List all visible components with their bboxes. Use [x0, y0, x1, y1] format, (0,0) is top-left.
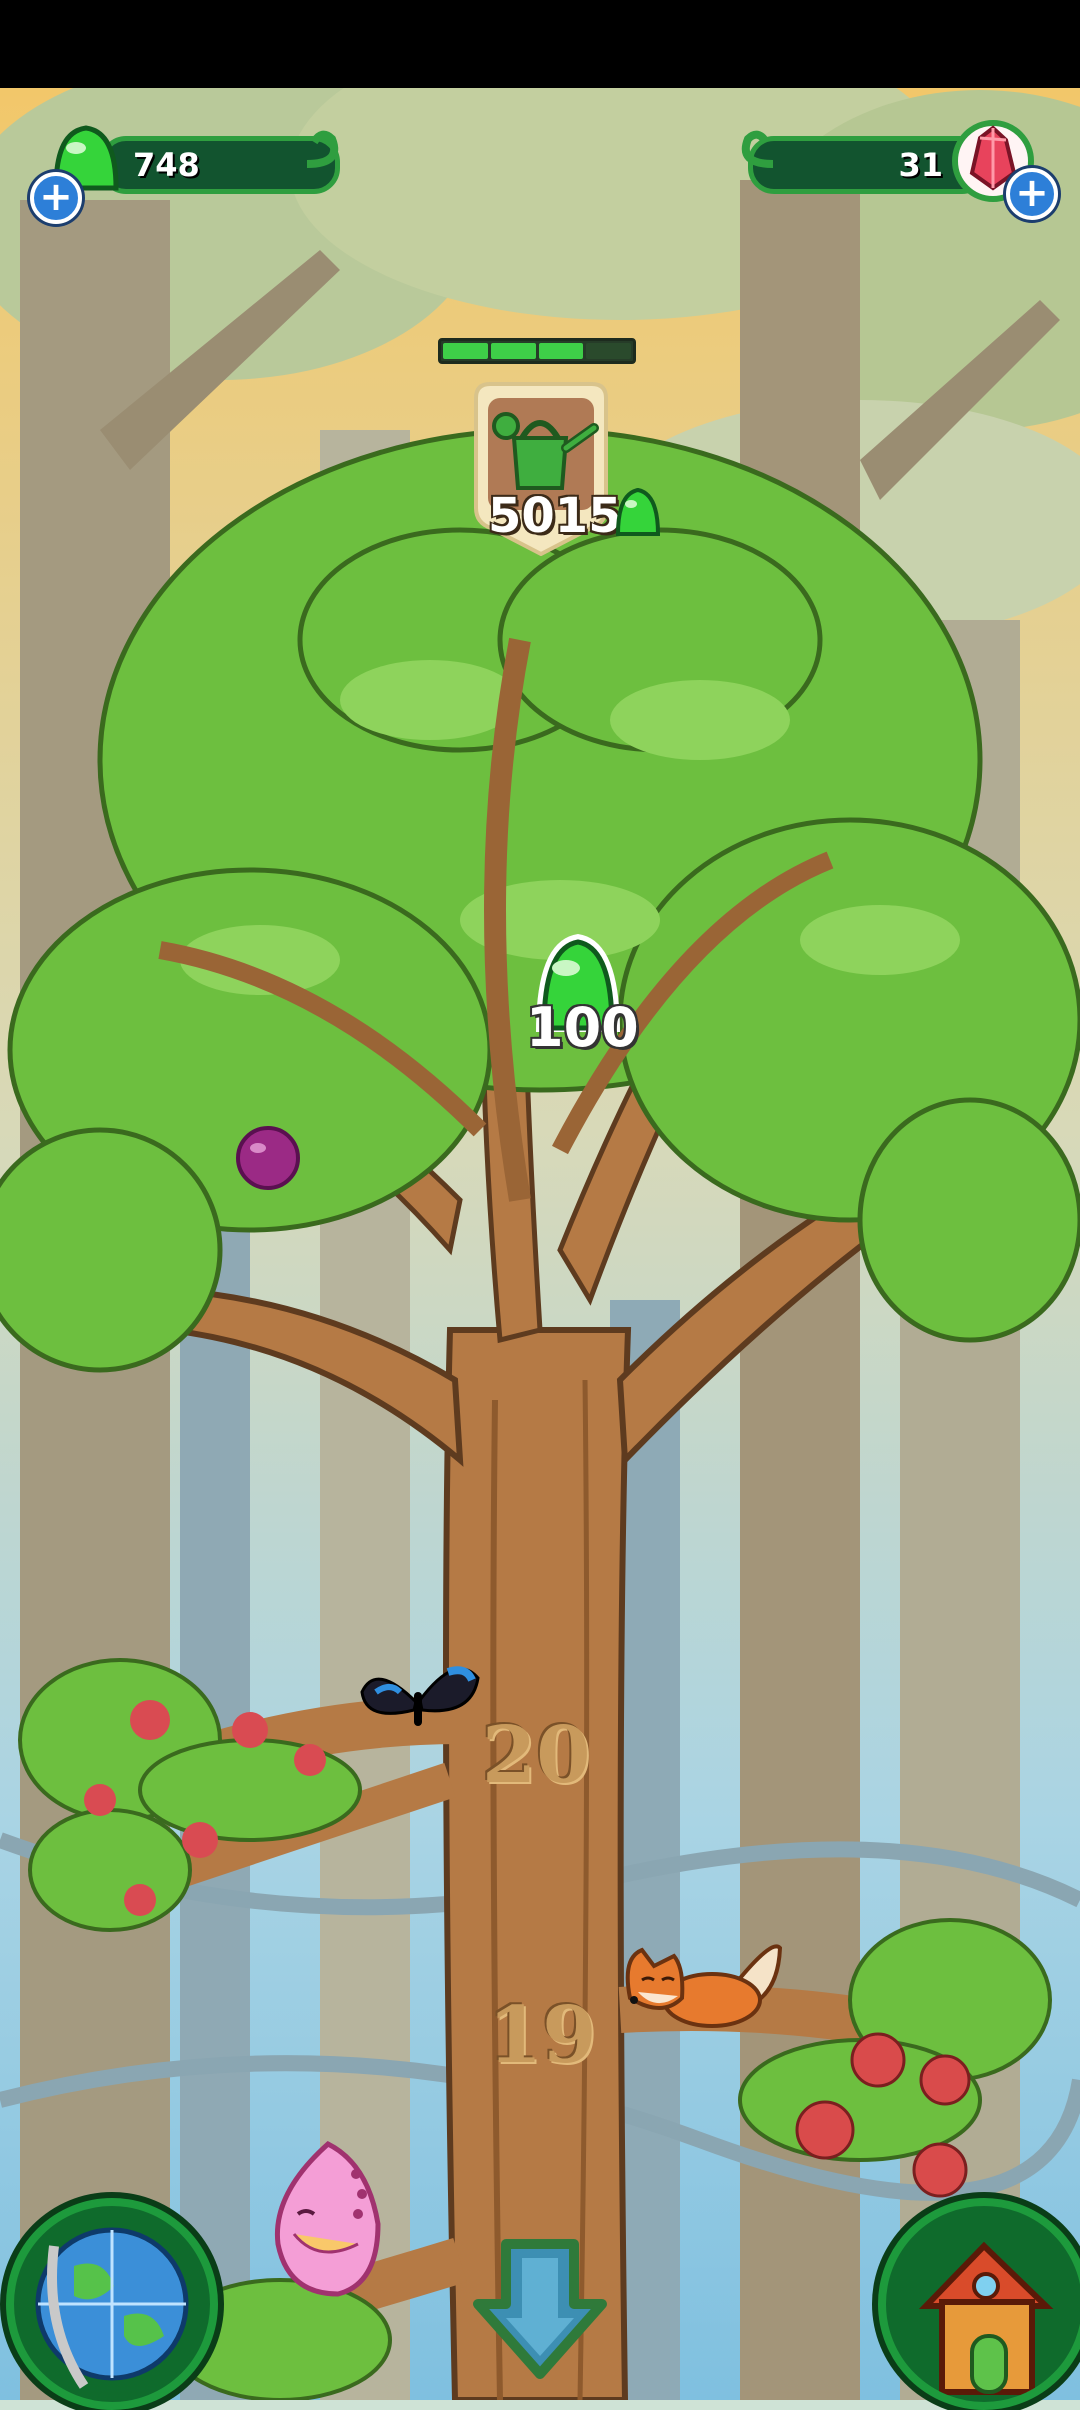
tree-level-label: 20 — [482, 1710, 591, 1801]
house-icon — [918, 2241, 1054, 2395]
progress-segment — [586, 343, 631, 359]
home-button[interactable] — [878, 2198, 1080, 2410]
reward-amount: 100 — [526, 996, 639, 1059]
world-map-button[interactable] — [6, 2198, 218, 2410]
progress-segment — [490, 343, 536, 359]
butterfly-icon[interactable] — [356, 1652, 482, 1742]
crystal-count: 31 — [898, 146, 943, 184]
jelly-count: 748 — [133, 146, 200, 184]
vine-curl-icon — [741, 130, 774, 168]
tree-level-label: 19 — [488, 1990, 597, 2081]
game-screen: 748 + 31 + 5015 100 20 19 — [0, 0, 1080, 2410]
progress-segment — [443, 343, 488, 359]
purple-berry-icon[interactable] — [232, 1120, 304, 1192]
status-bar — [0, 0, 1080, 88]
pink-fish-icon[interactable] — [258, 2134, 398, 2304]
scroll-down-button[interactable] — [470, 2234, 610, 2380]
upgrade-price: 5015 — [488, 488, 622, 544]
upgrade-progress-bar — [438, 338, 636, 364]
vine-curl-icon — [306, 130, 339, 168]
progress-segment — [538, 343, 584, 359]
green-jelly-icon — [615, 487, 661, 536]
add-jelly-button[interactable]: + — [30, 172, 82, 224]
add-crystal-button[interactable]: + — [1006, 168, 1058, 220]
down-arrow-icon — [473, 2239, 607, 2379]
globe-icon — [35, 2227, 189, 2389]
fox-icon[interactable] — [612, 1928, 782, 2038]
